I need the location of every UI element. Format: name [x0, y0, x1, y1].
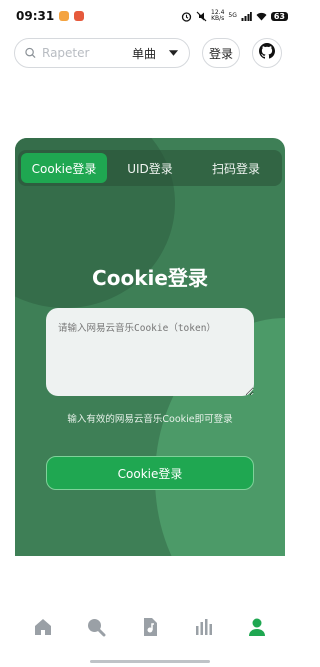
cookie-login-button[interactable]: Cookie登录: [46, 456, 254, 490]
nav-search[interactable]: [84, 617, 108, 641]
status-bar: 09:31 12.4 KB/s 5G 63: [0, 0, 300, 32]
nav-playlist[interactable]: [138, 617, 162, 641]
status-left: 09:31: [16, 9, 85, 23]
search-box[interactable]: Rapeter 单曲: [14, 38, 190, 68]
alarm-icon: [181, 11, 192, 22]
playlist-icon: [140, 617, 160, 641]
cookie-input[interactable]: [46, 308, 254, 396]
battery-indicator: 63: [270, 11, 288, 21]
login-card: Cookie登录 UID登录 扫码登录 Cookie登录 输入有效的网易云音乐C…: [15, 138, 285, 556]
notification-app-icon: [74, 11, 85, 21]
status-time: 09:31: [16, 9, 55, 23]
signal-icon: [241, 11, 252, 22]
wifi-icon: [256, 11, 267, 22]
github-button[interactable]: [252, 38, 282, 68]
home-indicator: [90, 660, 210, 663]
network-speed: 12.4 KB/s: [211, 9, 225, 22]
tab-cookie-login[interactable]: Cookie登录: [21, 153, 107, 183]
search-icon: [86, 617, 106, 641]
login-tabs: Cookie登录 UID登录 扫码登录: [18, 150, 282, 186]
search-input[interactable]: Rapeter: [42, 46, 126, 60]
login-title: Cookie登录: [92, 266, 208, 290]
github-icon: [259, 43, 275, 63]
search-mode-select[interactable]: 单曲: [132, 45, 156, 62]
app-screen: 09:31 12.4 KB/s 5G 63 Rapeter 单曲 登录 Cook…: [0, 0, 300, 667]
top-bar: Rapeter 单曲 登录: [14, 38, 290, 68]
tab-uid-login[interactable]: UID登录: [107, 153, 193, 183]
nav-profile[interactable]: [245, 617, 269, 641]
notification-app-icon: [59, 11, 70, 21]
network-type: 5G: [228, 12, 237, 19]
mute-icon: [196, 11, 207, 22]
status-right: 12.4 KB/s 5G 63: [181, 10, 288, 22]
chart-icon: [194, 617, 214, 641]
login-hint: 输入有效的网易云音乐Cookie即可登录: [67, 414, 233, 425]
user-icon: [247, 617, 267, 641]
nav-home[interactable]: [31, 617, 55, 641]
tab-qr-login[interactable]: 扫码登录: [193, 153, 279, 183]
home-icon: [33, 617, 53, 641]
login-button[interactable]: 登录: [202, 38, 240, 68]
nav-charts[interactable]: [192, 617, 216, 641]
search-icon: [25, 47, 36, 59]
chevron-down-icon[interactable]: [168, 48, 179, 59]
bottom-nav: [0, 609, 300, 649]
